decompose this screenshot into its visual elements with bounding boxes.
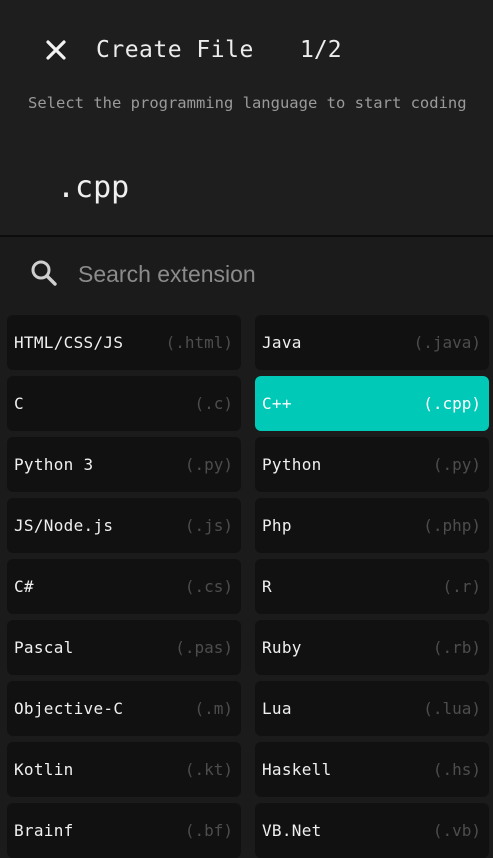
- language-name: Haskell: [262, 760, 332, 779]
- search-icon: [31, 260, 57, 286]
- language-option[interactable]: Java (.java): [255, 315, 489, 370]
- language-name: Python 3: [14, 455, 94, 474]
- search-input[interactable]: [76, 253, 460, 295]
- language-extension: (.bf): [184, 821, 233, 840]
- language-option[interactable]: Php (.php): [255, 498, 489, 553]
- page-subtitle: Select the programming language to start…: [28, 94, 467, 112]
- language-option[interactable]: VB.Net (.vb): [255, 803, 489, 858]
- language-option[interactable]: Haskell (.hs): [255, 742, 489, 797]
- language-extension: (.py): [432, 455, 481, 474]
- language-extension: (.html): [165, 333, 233, 352]
- language-name: C#: [14, 577, 34, 596]
- step-indicator: 1/2: [300, 37, 342, 63]
- language-name: HTML/CSS/JS: [14, 333, 124, 352]
- page-title: Create File: [96, 37, 254, 63]
- language-name: Brainf: [14, 821, 74, 840]
- language-name: C++: [262, 394, 292, 413]
- language-extension: (.cs): [184, 577, 233, 596]
- language-option[interactable]: Python 3 (.py): [7, 437, 241, 492]
- language-grid: HTML/CSS/JS (.html) Java (.java) C (.c) C++ (.c…: [7, 315, 489, 858]
- language-option[interactable]: R (.r): [255, 559, 489, 614]
- language-option[interactable]: Kotlin (.kt): [7, 742, 241, 797]
- language-name: Pascal: [14, 638, 74, 657]
- language-extension: (.hs): [432, 760, 481, 779]
- language-option[interactable]: C# (.cs): [7, 559, 241, 614]
- language-name: Php: [262, 516, 292, 535]
- language-extension: (.rb): [432, 638, 481, 657]
- language-name: Objective-C: [14, 699, 124, 718]
- language-name: R: [262, 577, 272, 596]
- close-button[interactable]: [40, 34, 72, 66]
- language-extension: (.cpp): [423, 394, 481, 413]
- language-option[interactable]: Python (.py): [255, 437, 489, 492]
- language-name: Ruby: [262, 638, 302, 657]
- language-extension: (.vb): [432, 821, 481, 840]
- language-option[interactable]: Lua (.lua): [255, 681, 489, 736]
- language-name: Java: [262, 333, 302, 352]
- language-name: C: [14, 394, 24, 413]
- search-bar: [0, 237, 493, 309]
- language-extension: (.js): [184, 516, 233, 535]
- language-extension: (.py): [184, 455, 233, 474]
- language-extension: (.r): [442, 577, 481, 596]
- language-name: VB.Net: [262, 821, 322, 840]
- language-extension: (.pas): [175, 638, 233, 657]
- language-extension: (.c): [194, 394, 233, 413]
- close-icon: [46, 40, 66, 60]
- language-option[interactable]: Pascal (.pas): [7, 620, 241, 675]
- language-option[interactable]: Brainf (.bf): [7, 803, 241, 858]
- language-name: JS/Node.js: [14, 516, 114, 535]
- language-extension: (.lua): [423, 699, 481, 718]
- language-extension: (.php): [423, 516, 481, 535]
- language-option[interactable]: C++ (.cpp): [255, 376, 489, 431]
- language-option[interactable]: C (.c): [7, 376, 241, 431]
- language-option[interactable]: Objective-C (.m): [7, 681, 241, 736]
- header: Create File 1/2 Select the programming l…: [0, 0, 493, 235]
- language-name: Python: [262, 455, 322, 474]
- language-extension: (.m): [194, 699, 233, 718]
- language-name: Kotlin: [14, 760, 74, 779]
- language-extension: (.kt): [184, 760, 233, 779]
- language-option[interactable]: Ruby (.rb): [255, 620, 489, 675]
- language-option[interactable]: HTML/CSS/JS (.html): [7, 315, 241, 370]
- selected-extension: .cpp: [57, 170, 130, 205]
- language-name: Lua: [262, 699, 292, 718]
- language-option[interactable]: JS/Node.js (.js): [7, 498, 241, 553]
- language-extension: (.java): [413, 333, 481, 352]
